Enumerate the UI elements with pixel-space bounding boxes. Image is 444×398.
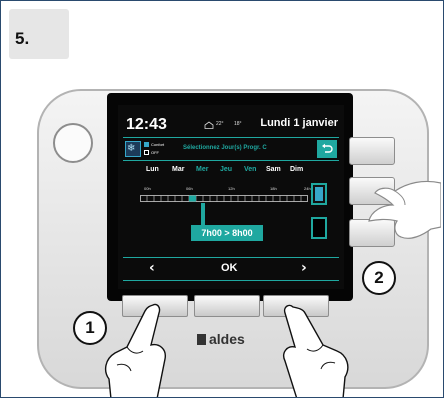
comfort-legend-label: Confort xyxy=(151,142,165,147)
right-hand-icon xyxy=(283,304,349,397)
off-mode-button[interactable] xyxy=(311,217,327,239)
day-mer[interactable]: Mer xyxy=(196,166,208,173)
day-jeu[interactable]: Jeu xyxy=(220,166,232,173)
side-button-1[interactable] xyxy=(349,137,395,165)
back-arrow-icon xyxy=(322,143,333,153)
mode-icon-button[interactable]: ❄ xyxy=(125,141,141,157)
brand-logo: aldes xyxy=(197,331,245,347)
nav-ok-label[interactable]: OK xyxy=(221,262,238,274)
back-button[interactable] xyxy=(317,140,337,158)
day-mar[interactable]: Mar xyxy=(172,166,184,173)
brand-name: aldes xyxy=(209,331,245,347)
day-lun[interactable]: Lun xyxy=(146,166,159,173)
side-hand-icon xyxy=(368,180,441,239)
brand-mark-icon xyxy=(197,333,206,345)
left-hand-icon xyxy=(104,303,166,397)
instruction-panel: 5. 12:43 22° 18° Lundi 1 janvier ❄ Confo… xyxy=(0,0,444,398)
time-range-label: 7h00 > 8h00 xyxy=(191,225,263,241)
bottom-button-middle[interactable] xyxy=(194,295,260,317)
tick-00h: 00h xyxy=(144,186,151,191)
off-legend-label: OFF xyxy=(151,150,159,155)
day-ven[interactable]: Ven xyxy=(244,166,256,173)
indoor-temperature: 22° xyxy=(216,121,224,127)
outdoor-temperature: 18° xyxy=(234,121,242,127)
nav-prev-arrow-icon[interactable]: ‹ xyxy=(149,260,155,276)
instruction-label: Sélectionnez Jour(s) Progr. C xyxy=(183,145,267,151)
callout-1: 1 xyxy=(73,311,107,345)
day-sam[interactable]: Sam xyxy=(266,166,281,173)
tick-06h: 06h xyxy=(186,186,193,191)
program-header-bar: ❄ Confort OFF Sélectionnez Jour(s) Progr… xyxy=(123,137,339,161)
comfort-swatch xyxy=(144,142,149,147)
tick-12h: 12h xyxy=(228,186,235,191)
step-number: 5. xyxy=(15,29,30,48)
comfort-mode-button[interactable] xyxy=(311,183,327,205)
day-dim[interactable]: Dim xyxy=(290,166,303,173)
off-swatch xyxy=(144,150,149,155)
tick-24h: 24h xyxy=(304,186,311,191)
tick-18h: 18h xyxy=(270,186,277,191)
callout-2: 2 xyxy=(362,261,396,295)
navigation-bar: ‹ OK › xyxy=(123,257,339,281)
program-timeline[interactable] xyxy=(140,193,308,203)
comfort-fill xyxy=(315,187,323,201)
house-temperature-icon xyxy=(204,121,214,129)
rotary-knob[interactable] xyxy=(53,123,93,163)
current-date: Lundi 1 janvier xyxy=(260,117,338,129)
thermostat-screen: 12:43 22° 18° Lundi 1 janvier ❄ Confort … xyxy=(118,105,344,289)
snowflake-icon: ❄ xyxy=(127,143,136,154)
clock-time: 12:43 xyxy=(126,116,167,133)
nav-next-arrow-icon[interactable]: › xyxy=(301,260,307,276)
